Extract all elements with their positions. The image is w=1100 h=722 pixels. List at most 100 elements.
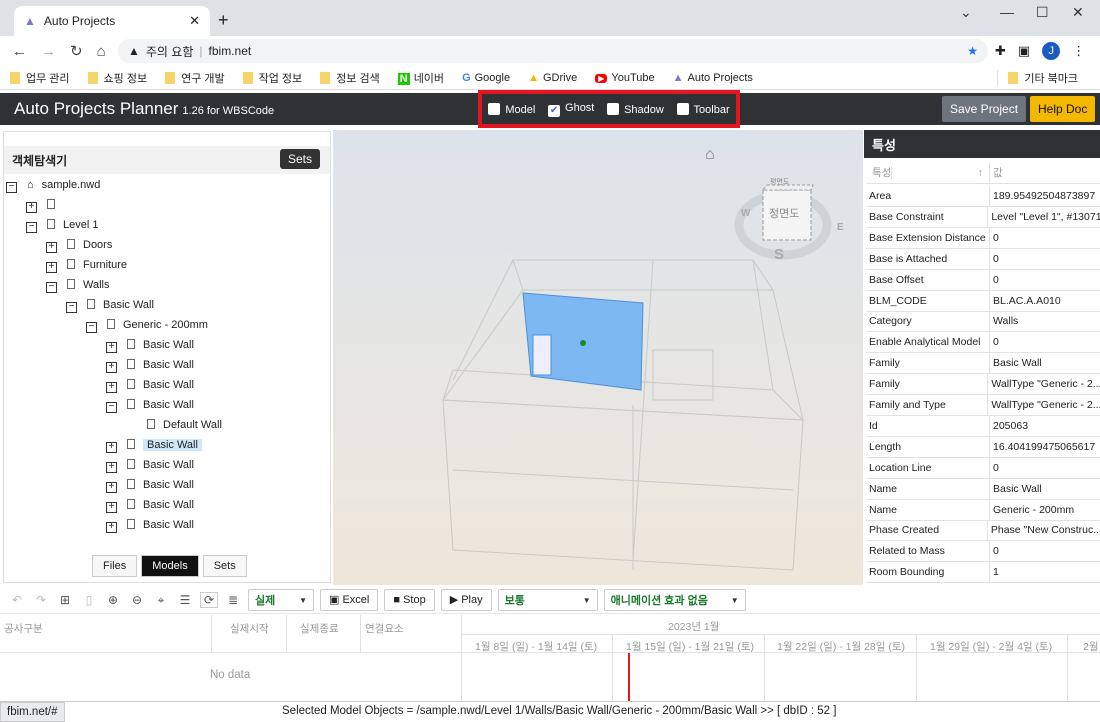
- expand-icon[interactable]: +: [46, 262, 57, 273]
- property-row[interactable]: Id 205063: [866, 415, 1100, 437]
- sets-button[interactable]: Sets: [279, 149, 320, 169]
- column-header[interactable]: 연결요소: [365, 621, 404, 636]
- expand-icon[interactable]: +: [26, 202, 37, 213]
- viewcube-top[interactable]: 평면도: [770, 177, 789, 187]
- collapse-icon[interactable]: −: [26, 222, 37, 233]
- bookmark-star-icon[interactable]: ★: [967, 44, 978, 58]
- tree-item[interactable]: − Basic Wall: [106, 395, 194, 415]
- delete-task-icon[interactable]: ▯: [80, 593, 98, 607]
- expand-icon[interactable]: +: [106, 442, 117, 453]
- tree-item[interactable]: + Basic Wall: [106, 375, 194, 395]
- tree-item[interactable]: + Basic Wall: [106, 515, 194, 535]
- property-row[interactable]: Enable Analytical Model 0: [866, 332, 1100, 354]
- checkbox-checked[interactable]: ✔: [548, 104, 561, 117]
- bookmark[interactable]: ▶ YouTube: [595, 72, 655, 84]
- property-row[interactable]: Base Constraint Level "Level 1", #13071: [866, 206, 1100, 228]
- column-header[interactable]: 공사구분: [4, 621, 43, 636]
- tree-item[interactable]: + Basic Wall: [106, 475, 194, 495]
- collapse-icon[interactable]: −: [86, 322, 97, 333]
- save-project-button[interactable]: Save Project: [942, 96, 1027, 122]
- tree-item[interactable]: + Basic Wall: [106, 455, 194, 475]
- tree-item[interactable]: − Generic - 200mm: [86, 315, 208, 335]
- compass-w[interactable]: W: [741, 208, 750, 219]
- toggle-toolbar[interactable]: Toolbar: [676, 102, 730, 116]
- property-row[interactable]: Related to Mass 0: [866, 541, 1100, 563]
- property-row[interactable]: Family Basic Wall: [866, 353, 1100, 375]
- expand-icon[interactable]: +: [106, 522, 117, 533]
- property-row[interactable]: Phase Created Phase "New Construc...: [866, 520, 1100, 542]
- collapse-icon[interactable]: −: [6, 182, 17, 193]
- column-header[interactable]: 실제시작: [230, 621, 269, 636]
- url-input[interactable]: ▲ 주의 요함 | fbim.net ★: [118, 39, 988, 63]
- column-header[interactable]: 실제종료: [300, 621, 339, 636]
- redo-icon[interactable]: ↷: [32, 593, 50, 607]
- column-value-header[interactable]: 값: [990, 163, 1003, 183]
- property-row[interactable]: BLM_CODE BL.AC.A.A010: [866, 290, 1100, 312]
- fit-icon[interactable]: ⌖: [152, 593, 170, 608]
- help-doc-button[interactable]: Help Doc: [1030, 96, 1096, 122]
- tree-item[interactable]: + Furniture: [46, 255, 127, 275]
- building-model[interactable]: [433, 250, 813, 580]
- sidepanel-icon[interactable]: ▣: [1018, 43, 1030, 59]
- bookmark[interactable]: 정보 검색: [320, 70, 380, 86]
- tab-models[interactable]: Models: [141, 555, 199, 577]
- menu-icon[interactable]: ⋮: [1072, 43, 1085, 59]
- checkbox[interactable]: [676, 102, 689, 115]
- property-row[interactable]: Base Offset 0: [866, 269, 1100, 291]
- back-icon[interactable]: ←: [12, 43, 27, 60]
- property-row[interactable]: Base Extension Distance 0: [866, 227, 1100, 249]
- stop-button[interactable]: ■ Stop: [384, 589, 435, 611]
- avatar[interactable]: J: [1042, 42, 1061, 60]
- tree-item[interactable]: + Basic Wall: [106, 335, 194, 355]
- collapse-icon[interactable]: ☰: [176, 593, 194, 607]
- undo-icon[interactable]: ↶: [8, 593, 26, 607]
- property-row[interactable]: Area 189.95492504873897: [866, 186, 1100, 207]
- tab-sets[interactable]: Sets: [202, 555, 247, 577]
- bookmark[interactable]: 작업 정보: [242, 70, 302, 86]
- tree-item[interactable]: + Basic Wall: [106, 355, 194, 375]
- bookmark[interactable]: 연구 개발: [165, 70, 225, 86]
- checkbox[interactable]: [607, 102, 620, 115]
- columns-icon[interactable]: ≣: [224, 593, 242, 607]
- compass-e[interactable]: E: [837, 222, 844, 233]
- new-tab-button[interactable]: +: [218, 10, 229, 31]
- tree-item[interactable]: + Doors: [46, 235, 112, 255]
- checkbox[interactable]: [488, 102, 501, 115]
- bookmark[interactable]: 쇼핑 정보: [87, 70, 147, 86]
- zoom-out-icon[interactable]: ⊖: [128, 593, 146, 607]
- expand-icon[interactable]: +: [46, 242, 57, 253]
- security-warning[interactable]: 주의 요함: [146, 43, 194, 60]
- expand-icon[interactable]: +: [106, 462, 117, 473]
- toggle-model[interactable]: Model: [488, 102, 535, 116]
- animation-select[interactable]: 애니메이션 효과 없음 ▼: [603, 589, 746, 611]
- bookmark[interactable]: G Google: [462, 72, 510, 84]
- collapse-icon[interactable]: −: [66, 302, 77, 313]
- tree-item[interactable]: + Basic Wall: [106, 435, 202, 455]
- speed-select[interactable]: 보통 ▼: [497, 589, 598, 611]
- tab-files[interactable]: Files: [92, 555, 138, 577]
- property-row[interactable]: Category Walls: [866, 311, 1100, 333]
- expand-icon[interactable]: +: [106, 382, 117, 393]
- tree-item[interactable]: − Basic Wall: [66, 295, 154, 315]
- bookmark[interactable]: ▲ GDrive: [528, 72, 577, 84]
- close-window-button[interactable]: ✕: [1072, 4, 1084, 21]
- tab-search-icon[interactable]: ⌄: [960, 4, 972, 21]
- tree-item[interactable]: − Level 1: [26, 215, 98, 235]
- tree-item[interactable]: + Basic Wall: [106, 495, 194, 515]
- tree-item[interactable]: − Walls: [46, 275, 109, 295]
- toggle-ghost[interactable]: ✔ Ghost: [548, 102, 594, 117]
- viewcube-front[interactable]: 정면도: [769, 205, 799, 221]
- home-view-icon[interactable]: ⌂: [705, 146, 715, 164]
- forward-icon[interactable]: →: [41, 43, 56, 60]
- expand-icon[interactable]: +: [106, 362, 117, 373]
- bookmark[interactable]: ▲ Auto Projects: [673, 72, 753, 84]
- home-icon[interactable]: ⌂: [97, 43, 106, 60]
- property-row[interactable]: Base is Attached 0: [866, 248, 1100, 270]
- bookmark[interactable]: N 네이버: [397, 70, 444, 86]
- collapse-icon[interactable]: −: [106, 402, 117, 413]
- property-row[interactable]: Location Line 0: [866, 457, 1100, 479]
- tree-item[interactable]: Default Wall: [147, 415, 222, 435]
- extensions-icon[interactable]: ✚: [995, 43, 1006, 59]
- tree-item[interactable]: − ⌂ sample.nwd: [6, 175, 100, 195]
- property-row[interactable]: Name Basic Wall: [866, 478, 1100, 500]
